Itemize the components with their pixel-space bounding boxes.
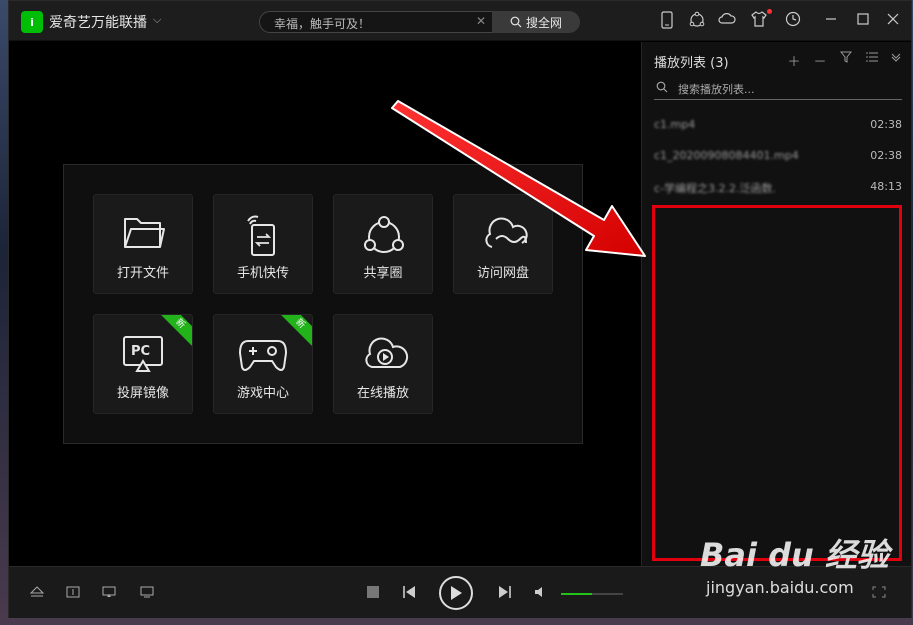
playlist-item-name: c-学编程之3.2.2.泛函数.: [654, 182, 776, 195]
cloud-play-icon: [365, 337, 409, 368]
phone-icon[interactable]: [657, 11, 677, 31]
gamepad-icon: [238, 340, 288, 371]
minimize-icon[interactable]: [821, 11, 841, 31]
online-play-tile[interactable]: 在线播放: [333, 314, 433, 414]
add-icon[interactable]: ＋: [786, 51, 802, 70]
playlist-item[interactable]: c1_20200908084401.mp4 02:38: [654, 145, 902, 169]
clear-icon[interactable]: ✕: [476, 14, 486, 28]
search-web-label: 搜全网: [525, 15, 562, 30]
playlist-item-name: c1_20200908084401.mp4: [654, 149, 799, 162]
volume-slider[interactable]: [561, 593, 623, 595]
playlist-title: 播放列表 (3): [654, 56, 729, 71]
remove-icon[interactable]: －: [812, 51, 828, 70]
watermark-url: jingyan.baidu.com: [706, 578, 854, 597]
share-circle-icon[interactable]: [687, 11, 707, 31]
playlist-sidebar: 播放列表 (3) ＋ － 搜索播放列表... c1.mp4 02:38 c1_2…: [641, 42, 911, 566]
close-icon[interactable]: [883, 11, 903, 31]
folder-icon: [124, 218, 165, 248]
search-box[interactable]: 幸福，触手可及！ ✕ 搜全网: [259, 11, 580, 33]
player-window: i 爱奇艺万能联播 ⌵ 幸福，触手可及！ ✕ 搜全网 打开文件 手机快传 共享圈…: [8, 0, 912, 618]
search-input[interactable]: 幸福，触手可及！: [274, 15, 370, 32]
search-icon: [510, 16, 522, 28]
main-area: 打开文件 手机快传 共享圈 访问网盘 PC 新 投屏镜像 新 游戏中心 在线播放: [9, 42, 641, 566]
open-file-tile[interactable]: 打开文件: [93, 194, 193, 294]
tile-label: 共享圈: [363, 266, 403, 281]
app-title[interactable]: 爱奇艺万能联播: [49, 12, 147, 32]
screen-cast-icon[interactable]: [101, 586, 117, 600]
next-icon[interactable]: [497, 586, 513, 600]
search-web-button[interactable]: 搜全网: [492, 11, 580, 33]
skin-icon[interactable]: [749, 11, 769, 31]
phone-transfer-icon: [247, 215, 275, 256]
playlist-item-duration: 02:38: [870, 149, 902, 162]
share-circle-icon: [364, 216, 404, 253]
chevron-down-icon[interactable]: ⌵: [153, 13, 161, 27]
title-bar: i 爱奇艺万能联播 ⌵ 幸福，触手可及！ ✕ 搜全网: [9, 1, 911, 41]
tile-label: 访问网盘: [476, 266, 529, 281]
phone-transfer-tile[interactable]: 手机快传: [213, 194, 313, 294]
playlist-search-placeholder: 搜索播放列表...: [678, 83, 755, 96]
cloud-disk-icon: [485, 217, 528, 248]
highlight-box: [652, 205, 902, 561]
history-icon[interactable]: [783, 11, 803, 31]
playlist-item-name: c1.mp4: [654, 118, 696, 131]
tile-label: 在线播放: [356, 386, 409, 401]
play-button[interactable]: [439, 576, 473, 610]
pc-icon[interactable]: [139, 586, 155, 600]
playlist-item-duration: 02:38: [870, 118, 902, 131]
maximize-icon[interactable]: [853, 11, 873, 31]
tile-label: 手机快传: [236, 266, 289, 281]
cloud-icon[interactable]: [717, 11, 737, 31]
game-center-tile[interactable]: 新 游戏中心: [213, 314, 313, 414]
tile-label: 投屏镜像: [116, 386, 169, 401]
filter-icon[interactable]: [838, 51, 854, 67]
playlist-item[interactable]: c-学编程之3.2.2.泛函数. 48:13: [654, 176, 902, 200]
svg-text:PC: PC: [131, 344, 150, 359]
tile-label: 打开文件: [116, 266, 169, 281]
subtitle-icon[interactable]: [65, 586, 81, 600]
playlist-search-input[interactable]: 搜索播放列表...: [654, 78, 902, 100]
app-logo-icon: i: [21, 11, 43, 33]
eject-icon[interactable]: [29, 586, 45, 600]
stop-icon[interactable]: [365, 586, 381, 600]
volume-icon[interactable]: [533, 586, 549, 600]
playlist-item-duration: 48:13: [870, 180, 902, 193]
search-icon: [656, 81, 668, 93]
tile-label: 游戏中心: [236, 386, 289, 401]
list-view-icon[interactable]: [864, 51, 880, 67]
watermark-logo: Bai du 经验: [700, 536, 889, 574]
volume-slider-fill: [561, 593, 592, 595]
fullscreen-icon[interactable]: [871, 586, 887, 600]
pc-mirror-icon: PC: [123, 336, 163, 372]
share-circle-tile[interactable]: 共享圈: [333, 194, 433, 294]
baidu-watermark: Bai du 经验 jingyan.baidu.com: [700, 530, 889, 597]
quick-actions-panel: 打开文件 手机快传 共享圈 访问网盘 PC 新 投屏镜像 新 游戏中心 在线播放: [63, 164, 583, 444]
cloud-disk-tile[interactable]: 访问网盘: [453, 194, 553, 294]
play-icon: [451, 586, 462, 600]
collapse-icon[interactable]: [888, 51, 904, 67]
playlist-item[interactable]: c1.mp4 02:38: [654, 114, 902, 138]
screen-mirror-tile[interactable]: PC 新 投屏镜像: [93, 314, 193, 414]
previous-icon[interactable]: [401, 586, 417, 600]
notification-dot: [767, 9, 772, 14]
